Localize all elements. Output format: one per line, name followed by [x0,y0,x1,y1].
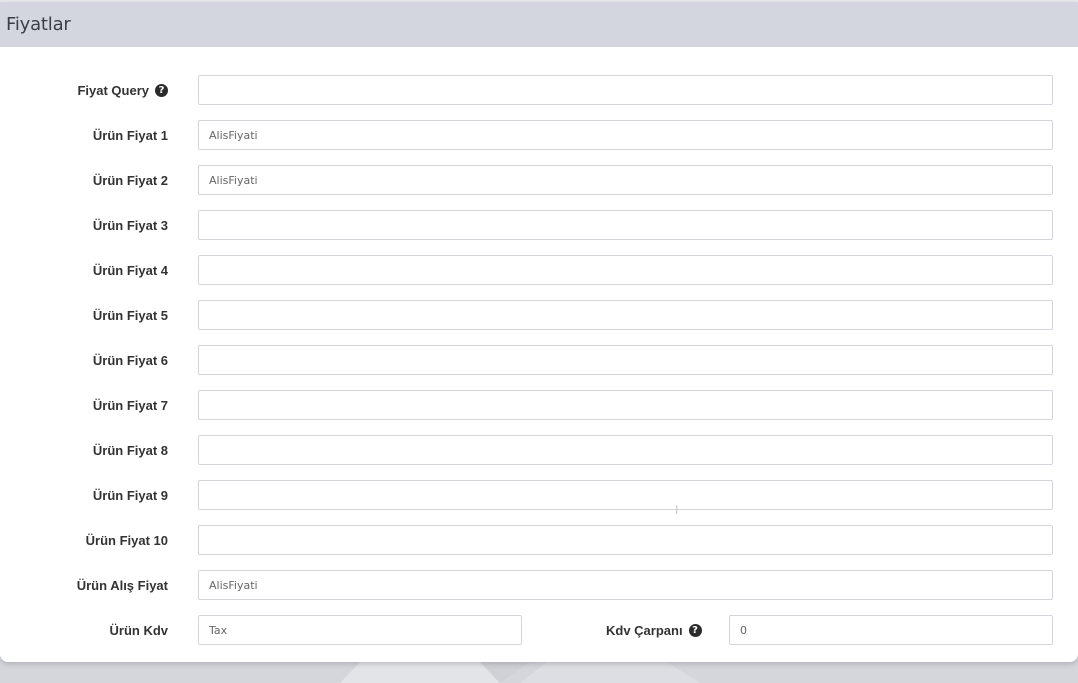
field-label-text: Ürün Fiyat 3 [92,218,168,233]
field-label-urun-fiyat-1: Ürün Fiyat 1 [93,128,168,143]
form-row-kdv: Ürün Kdv Kdv Çarpanı ? [0,615,1078,645]
field-label-text: Ürün Fiyat 5 [92,308,168,323]
field-label-urun-fiyat-7: Ürün Fiyat 7 [93,398,168,413]
urun-fiyat-3-input[interactable] [198,210,1053,240]
urun-fiyat-2-input[interactable] [198,165,1053,195]
field-label-fiyat-query: Fiyat Query ? [77,83,168,98]
field-label-text: Ürün Alış Fiyat [76,578,168,593]
form-row-urun-fiyat-3: Ürün Fiyat 3 [0,210,1078,240]
urun-fiyat-4-input[interactable] [198,255,1053,285]
field-label-urun-fiyat-2: Ürün Fiyat 2 [93,173,168,188]
form-row-urun-fiyat-7: Ürün Fiyat 7 [0,390,1078,420]
field-label-text: Kdv Çarpanı [606,623,683,638]
field-label-urun-fiyat-8: Ürün Fiyat 8 [93,443,168,458]
urun-fiyat-10-input[interactable] [198,525,1053,555]
field-label-text: Ürün Fiyat 2 [92,173,168,188]
field-label-urun-fiyat-10: Ürün Fiyat 10 [86,533,168,548]
urun-fiyat-7-input[interactable] [198,390,1053,420]
text-cursor-icon: I [675,503,679,517]
fiyat-query-input[interactable] [198,75,1053,105]
field-label-text: Ürün Fiyat 8 [92,443,168,458]
field-label-urun-fiyat-5: Ürün Fiyat 5 [93,308,168,323]
field-label-text: Ürün Fiyat 1 [92,128,168,143]
form-row-urun-fiyat-6: Ürün Fiyat 6 [0,345,1078,375]
field-label-kdv-carpani: Kdv Çarpanı ? [606,623,702,638]
field-label-urun-fiyat-9: Ürün Fiyat 9 [93,488,168,503]
urun-fiyat-1-input[interactable] [198,120,1053,150]
field-label-urun-fiyat-4: Ürün Fiyat 4 [93,263,168,278]
form-row-urun-fiyat-4: Ürün Fiyat 4 [0,255,1078,285]
urun-fiyat-6-input[interactable] [198,345,1053,375]
panel-title: Fiyatlar [6,14,71,35]
question-circle-icon[interactable]: ? [688,624,702,637]
field-label-urun-alis-fiyat: Ürün Alış Fiyat [77,578,168,593]
field-label-urun-fiyat-6: Ürün Fiyat 6 [93,353,168,368]
field-label-urun-kdv: Ürün Kdv [110,623,169,638]
field-label-text: Ürün Fiyat 4 [92,263,168,278]
field-label-urun-fiyat-3: Ürün Fiyat 3 [93,218,168,233]
urun-fiyat-9-input[interactable] [198,480,1053,510]
field-label-text: Ürün Fiyat 7 [92,398,168,413]
urun-fiyat-5-input[interactable] [198,300,1053,330]
field-label-text: Ürün Fiyat 6 [92,353,168,368]
form-row-urun-fiyat-9: Ürün Fiyat 9 [0,480,1078,510]
field-label-text: Fiyat Query [77,83,149,98]
prices-panel: Fiyatlar Fiyat Query ? Ürün Fiyat 1 Ürün… [0,2,1078,662]
field-label-text: Ürün Fiyat 9 [92,488,168,503]
form-row-urun-alis-fiyat: Ürün Alış Fiyat [0,570,1078,600]
field-label-text: Ürün Kdv [109,623,169,638]
form-row-urun-fiyat-8: Ürün Fiyat 8 [0,435,1078,465]
form-row-urun-fiyat-2: Ürün Fiyat 2 [0,165,1078,195]
field-label-text: Ürün Fiyat 10 [85,533,168,548]
form-row-urun-fiyat-1: Ürün Fiyat 1 [0,120,1078,150]
urun-fiyat-8-input[interactable] [198,435,1053,465]
kdv-carpani-input[interactable] [729,615,1053,645]
form-row-urun-fiyat-10: Ürün Fiyat 10 [0,525,1078,555]
urun-kdv-input[interactable] [198,615,522,645]
form-row-urun-fiyat-5: Ürün Fiyat 5 [0,300,1078,330]
form-row-fiyat-query: Fiyat Query ? [0,75,1078,105]
urun-alis-fiyat-input[interactable] [198,570,1053,600]
question-circle-icon[interactable]: ? [155,84,168,97]
panel-header: Fiyatlar [0,2,1078,47]
